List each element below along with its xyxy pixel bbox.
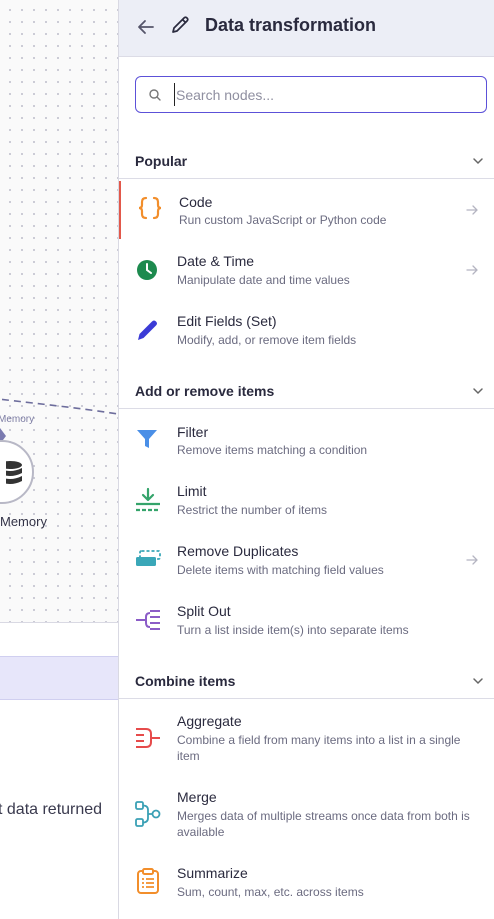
node-name: Remove Duplicates (177, 543, 299, 559)
pen-icon (138, 320, 157, 340)
panel-title: Data transformation (205, 15, 377, 35)
node-description: Turn a list inside item(s) into separate… (177, 623, 409, 637)
section-title: Popular (135, 153, 188, 169)
node-name: Split Out (177, 603, 231, 619)
search-icon (149, 89, 161, 101)
chevron-down-icon (473, 158, 483, 165)
remove-duplicates-icon (136, 550, 161, 566)
node-name: Filter (177, 424, 209, 440)
node-description: Restrict the number of items (177, 503, 328, 517)
node-item-edit-fields[interactable]: Edit Fields (Set) Modify, add, or remove… (119, 301, 494, 359)
section-title: Combine items (135, 673, 236, 689)
node-item-code[interactable]: Code Run custom JavaScript or Python cod… (119, 181, 494, 239)
workflow-canvas[interactable]: Memory Memory (0, 0, 118, 622)
output-panel-header (0, 656, 118, 700)
pencil-icon[interactable] (169, 14, 191, 36)
node-item-summarize[interactable]: Summarize Sum, count, max, etc. across i… (119, 853, 494, 911)
arrow-left-icon[interactable] (135, 16, 157, 38)
search-box (135, 76, 487, 113)
section-header-combine[interactable]: Combine items (119, 668, 494, 699)
chevron-down-icon (473, 678, 483, 685)
search-input[interactable] (174, 83, 476, 106)
clock-icon (137, 260, 157, 280)
filter-icon (137, 430, 157, 448)
node-creator-panel: Data transformation Popular Code Run cus… (118, 0, 494, 919)
node-name: Date & Time (177, 253, 255, 269)
node-description: Sum, count, max, etc. across items (177, 885, 364, 899)
node-name: Merge (177, 789, 217, 805)
output-panel: t data returned (0, 622, 118, 919)
node-item-date-time[interactable]: Date & Time Manipulate date and time val… (119, 241, 494, 299)
node-description: Merges data of multiple streams once dat… (177, 809, 470, 839)
node-name: Code (179, 194, 213, 210)
node-description: Manipulate date and time values (177, 273, 350, 287)
node-item-remove-duplicates[interactable]: Remove Duplicates Delete items with matc… (119, 531, 494, 589)
node-description: Combine a field from many items into a l… (177, 733, 461, 763)
section-header-popular[interactable]: Popular (119, 148, 494, 179)
chevron-down-icon (473, 388, 483, 395)
limit-icon (136, 487, 160, 512)
arrow-right-icon (466, 265, 478, 275)
node-name: Summarize (177, 865, 248, 881)
node-item-merge[interactable]: Merge Merges data of multiple streams on… (119, 777, 494, 847)
node-name: Aggregate (177, 713, 242, 729)
node-description: Modify, add, or remove item fields (177, 333, 357, 347)
app-root: Memory Memory t data returned Data trans… (0, 0, 494, 919)
node-item-aggregate[interactable]: Aggregate Combine a field from many item… (119, 701, 494, 771)
node-item-filter[interactable]: Filter Remove items matching a condition (119, 412, 494, 470)
section-header-add-remove[interactable]: Add or remove items (119, 378, 494, 409)
node-description: Run custom JavaScript or Python code (179, 213, 387, 227)
edge-label: Memory (0, 414, 35, 425)
no-data-message: t data returned (0, 801, 103, 818)
memory-node-label: Memory (0, 514, 47, 529)
arrow-right-icon (466, 555, 478, 565)
aggregate-icon (136, 728, 160, 748)
node-item-split-out[interactable]: Split Out Turn a list inside item(s) int… (119, 591, 494, 649)
section-title: Add or remove items (135, 383, 275, 399)
arrow-right-icon (466, 205, 478, 215)
panel-header: Data transformation (119, 0, 494, 57)
merge-icon (135, 801, 161, 827)
clipboard-list-icon (137, 868, 159, 894)
node-name: Limit (177, 483, 207, 499)
node-item-limit[interactable]: Limit Restrict the number of items (119, 471, 494, 529)
database-icon (6, 461, 22, 484)
node-description: Delete items with matching field values (177, 563, 384, 577)
split-out-icon (136, 610, 160, 630)
node-name: Edit Fields (Set) (177, 313, 277, 329)
code-braces-icon (138, 196, 162, 220)
node-description: Remove items matching a condition (177, 443, 368, 457)
